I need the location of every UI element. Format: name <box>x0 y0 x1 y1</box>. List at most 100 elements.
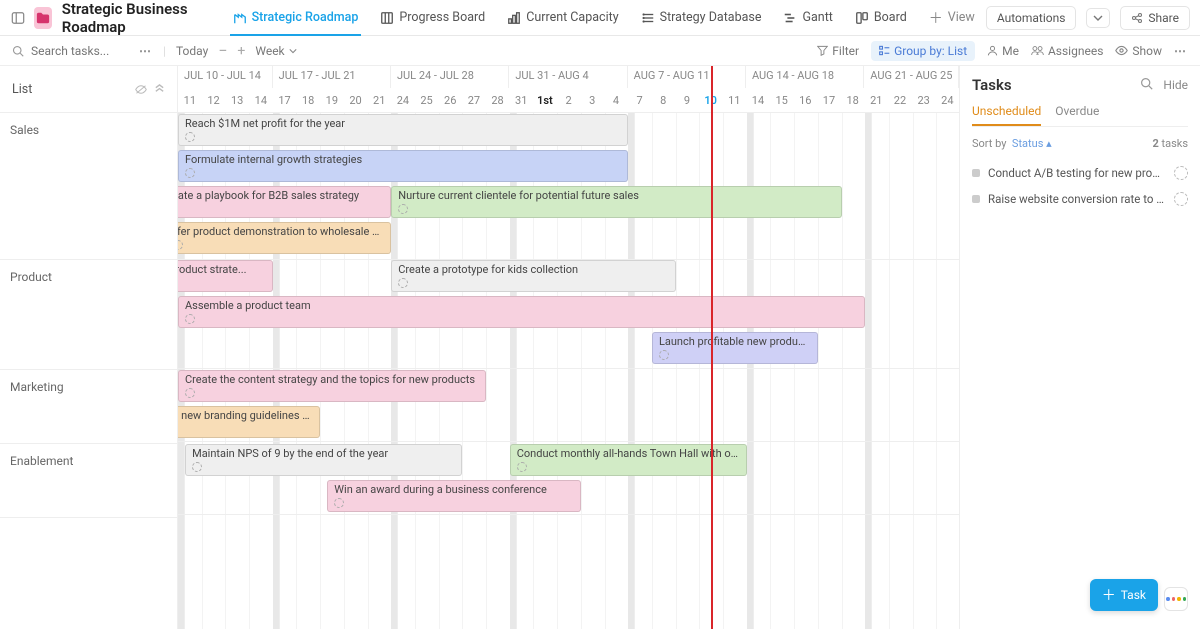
unscheduled-task[interactable]: Conduct A/B testing for new product p... <box>972 160 1188 186</box>
task-text: Conduct A/B testing for new product p... <box>988 166 1166 180</box>
task-bar[interactable]: Reach $1M net profit for the year <box>178 114 628 146</box>
zoom-out[interactable]: − <box>218 41 227 60</box>
assignee-placeholder-icon[interactable] <box>398 278 408 288</box>
assign-icon[interactable] <box>1174 192 1188 206</box>
assignee-placeholder-icon[interactable] <box>185 168 195 178</box>
assignee-placeholder-icon[interactable] <box>334 498 344 508</box>
view-tab[interactable]: Progress Board <box>369 0 496 35</box>
assignee-placeholder-icon[interactable] <box>398 204 408 214</box>
share-button[interactable]: Share <box>1120 6 1190 30</box>
task-bar[interactable]: Nurture current clientele for potential … <box>391 186 841 218</box>
week-header: JUL 17 - JUL 21 <box>273 66 391 88</box>
search-input[interactable] <box>12 43 129 59</box>
day-header: 17 <box>817 94 841 107</box>
task-bar[interactable]: Win an award during a business conferenc… <box>327 480 581 512</box>
task-bar[interactable]: Assemble a product team <box>178 296 865 328</box>
day-header: 28 <box>486 94 510 107</box>
assignee-placeholder-icon[interactable] <box>178 240 183 250</box>
task-label: a new product strate... <box>178 263 247 276</box>
tasks-search-icon[interactable] <box>1140 77 1153 93</box>
eye-icon[interactable] <box>135 83 147 95</box>
sidebar-toggle-icon[interactable] <box>10 7 26 29</box>
assignee-placeholder-icon[interactable] <box>192 462 202 472</box>
day-header: 20 <box>344 94 368 107</box>
task-bar[interactable]: Launch profitable new products wi... <box>652 332 818 364</box>
assignee-placeholder-icon[interactable] <box>185 132 195 142</box>
automations-dropdown[interactable] <box>1086 8 1110 28</box>
lane-name: Marketing <box>10 380 64 394</box>
assignee-placeholder-icon[interactable] <box>517 462 527 472</box>
day-header: 2 <box>557 94 581 107</box>
view-tabs: Strategic RoadmapProgress BoardCurrent C… <box>222 0 918 35</box>
view-tab[interactable]: Current Capacity <box>496 0 629 35</box>
list-header[interactable]: List <box>0 66 177 113</box>
day-header: 26 <box>438 94 462 107</box>
show-button[interactable]: Show <box>1115 44 1162 58</box>
timeline[interactable]: JUL 10 - JUL 14JUL 17 - JUL 21JUL 24 - J… <box>178 66 960 629</box>
tab-unscheduled[interactable]: Unscheduled <box>972 104 1041 126</box>
assignee-placeholder-icon[interactable] <box>185 314 195 324</box>
day-header: 9 <box>675 94 699 107</box>
collapse-icon[interactable] <box>153 83 165 95</box>
task-label: Create a prototype for kids collection <box>398 263 578 276</box>
day-header: 27 <box>462 94 486 107</box>
task-bar[interactable]: lish new branding guidelines f... <box>178 406 320 438</box>
view-tab[interactable]: Gantt <box>772 0 843 35</box>
assign-icon[interactable] <box>1174 166 1188 180</box>
filter-button[interactable]: Filter <box>817 44 859 58</box>
week-header: AUG 7 - AUG 11 <box>628 66 746 88</box>
view-tab[interactable]: Board <box>844 0 918 35</box>
day-header: 24 <box>936 94 960 107</box>
assignee-placeholder-icon[interactable] <box>185 388 195 398</box>
task-bar[interactable]: Create a playbook for B2B sales strategy <box>178 186 391 218</box>
hide-panel[interactable]: Hide <box>1163 78 1188 92</box>
task-bar[interactable]: Create the content strategy and the topi… <box>178 370 486 402</box>
assignees-button[interactable]: Assignees <box>1031 44 1103 58</box>
week-header: AUG 14 - AUG 18 <box>746 66 864 88</box>
day-header: 3 <box>580 94 604 107</box>
day-header: 4 <box>604 94 628 107</box>
task-label: Launch profitable new products wi... <box>659 335 818 348</box>
lane-name: Product <box>10 270 52 284</box>
task-label: Maintain NPS of 9 by the end of the year <box>192 447 388 460</box>
task-bar[interactable]: ffer product demonstration to wholesale … <box>178 222 391 254</box>
status-square-icon <box>972 169 980 177</box>
view-tab[interactable]: Strategy Database <box>630 0 773 35</box>
lane-column: List SalesProductMarketingEnablement <box>0 66 178 629</box>
toolbar-more[interactable]: ⋯ <box>1174 44 1188 58</box>
more-menu[interactable]: ⋯ <box>139 44 153 58</box>
day-header: 13 <box>225 94 249 107</box>
automations-button[interactable]: Automations <box>986 6 1077 30</box>
day-header: 7 <box>628 94 652 107</box>
day-header: 12 <box>202 94 226 107</box>
task-label: ffer product demonstration to wholesale … <box>178 225 391 238</box>
today-button[interactable]: Today <box>176 44 208 58</box>
task-bar[interactable]: Create a prototype for kids collection <box>391 260 675 292</box>
sort-value[interactable]: Status ▴ <box>1012 137 1052 150</box>
week-header: JUL 10 - JUL 14 <box>178 66 273 88</box>
day-header: 14 <box>249 94 273 107</box>
group-by-pill[interactable]: Group by: List <box>871 41 975 61</box>
task-bar[interactable]: Formulate internal growth strategies <box>178 150 628 182</box>
assignee-placeholder-icon[interactable] <box>659 350 669 360</box>
me-button[interactable]: Me <box>987 44 1019 58</box>
task-label: Formulate internal growth strategies <box>185 153 362 166</box>
unscheduled-task[interactable]: Raise website conversion rate to 10% <box>972 186 1188 212</box>
task-bar[interactable]: Maintain NPS of 9 by the end of the year <box>185 444 462 476</box>
new-task-button[interactable]: ＋Task <box>1090 579 1158 611</box>
task-bar[interactable]: a new product strate... <box>178 260 273 292</box>
week-header: JUL 31 - AUG 4 <box>509 66 627 88</box>
view-tab[interactable]: Strategic Roadmap <box>222 0 370 35</box>
week-header: JUL 24 - JUL 28 <box>391 66 509 88</box>
scale-selector[interactable]: Week <box>255 44 296 58</box>
zoom-in[interactable]: + <box>237 43 245 59</box>
add-view-button[interactable]: ＋View <box>918 0 986 35</box>
day-header: 19 <box>320 94 344 107</box>
day-header: 24 <box>391 94 415 107</box>
day-header: 21 <box>864 94 888 107</box>
today-line <box>711 66 713 629</box>
apps-button[interactable] <box>1164 587 1188 611</box>
tab-overdue[interactable]: Overdue <box>1055 104 1099 126</box>
day-header: 31 <box>509 94 533 107</box>
lane-name: Sales <box>10 123 39 137</box>
